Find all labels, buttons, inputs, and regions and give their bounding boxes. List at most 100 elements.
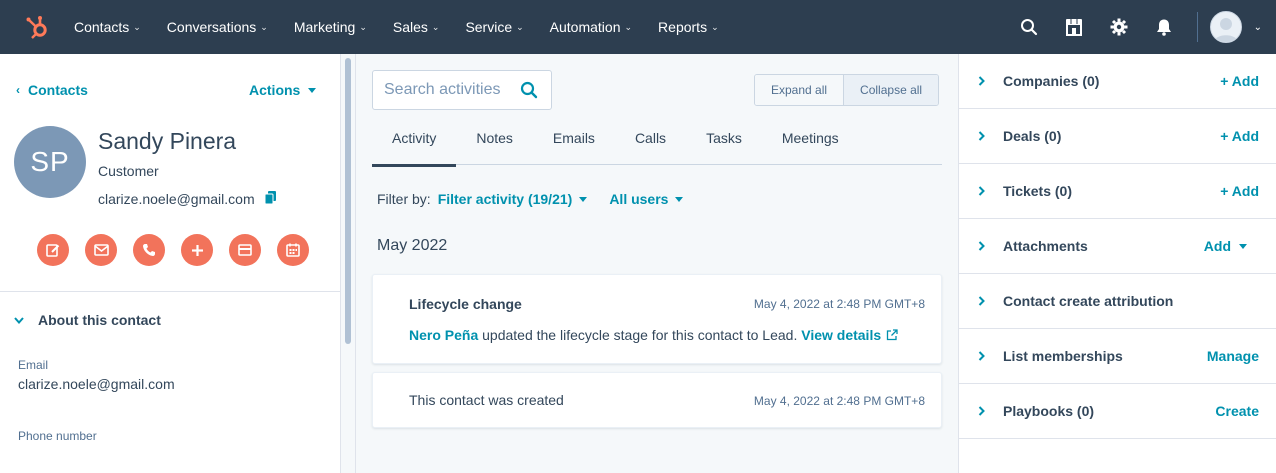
user-avatar[interactable] <box>1209 11 1242 43</box>
nav-sales[interactable]: Sales ⌄ <box>393 19 440 35</box>
section-companies[interactable]: Companies (0) + Add <box>959 54 1276 109</box>
note-button[interactable] <box>37 234 69 266</box>
notifications-bell-icon[interactable] <box>1142 0 1187 54</box>
call-button[interactable] <box>133 234 165 266</box>
scrollbar-thumb[interactable] <box>345 58 351 344</box>
about-this-contact-toggle[interactable]: About this contact <box>14 312 161 328</box>
email-button[interactable] <box>85 234 117 266</box>
tab-notes[interactable]: Notes <box>456 128 533 165</box>
back-link-label: Contacts <box>28 82 88 98</box>
section-title: Playbooks (0) <box>1003 403 1095 419</box>
create-playbook-button[interactable]: Create <box>1215 403 1259 419</box>
chevron-down-icon: ⌄ <box>133 22 141 32</box>
filter-row: Filter by: Filter activity (19/21) All u… <box>377 191 705 207</box>
contact-action-buttons <box>37 234 309 266</box>
search-icon[interactable] <box>520 81 538 99</box>
contact-avatar[interactable]: SP <box>14 126 86 198</box>
external-link-icon[interactable] <box>886 329 898 341</box>
chevron-right-icon <box>959 131 1003 141</box>
section-deals[interactable]: Deals (0) + Add <box>959 109 1276 164</box>
collapse-all-button[interactable]: Collapse all <box>843 75 939 105</box>
card-timestamp: May 4, 2022 at 2:48 PM GMT+8 <box>753 297 925 311</box>
expand-collapse-group: Expand all Collapse all <box>754 74 940 106</box>
section-attachments[interactable]: Attachments Add <box>959 219 1276 274</box>
tab-meetings[interactable]: Meetings <box>762 128 859 165</box>
section-contact-create-attribution[interactable]: Contact create attribution <box>959 274 1276 329</box>
nav-label: Service <box>465 19 513 35</box>
section-list-memberships[interactable]: List memberships Manage <box>959 329 1276 384</box>
nav-label: Sales <box>392 19 428 35</box>
search-activities <box>372 70 552 110</box>
meeting-button[interactable] <box>277 234 309 266</box>
caret-down-icon <box>308 87 317 93</box>
settings-gear-icon[interactable] <box>1097 0 1142 54</box>
about-section-title: About this contact <box>38 312 161 328</box>
contact-name[interactable]: Sandy Pinera <box>98 128 236 155</box>
card-body: Nero Peña updated the lifecycle stage fo… <box>409 327 898 343</box>
card-title: Lifecycle change <box>409 296 522 312</box>
section-title: Tickets (0) <box>1003 183 1072 199</box>
search-activities-input[interactable] <box>384 81 520 99</box>
email-field-value[interactable]: clarize.noele@gmail.com <box>18 376 175 392</box>
add-attachment-dropdown[interactable]: Add <box>1204 238 1247 254</box>
add-ticket-button[interactable]: + Add <box>1220 183 1259 199</box>
tab-calls[interactable]: Calls <box>615 128 686 165</box>
chevron-down-icon[interactable]: ⌄ <box>1254 22 1262 33</box>
nav-label: Conversations <box>166 19 257 35</box>
nav-right-tools: ⌄ <box>1007 0 1276 54</box>
nav-label: Automation <box>549 19 621 35</box>
activity-timeline: Expand all Collapse all Activity Notes E… <box>357 54 958 473</box>
search-icon[interactable] <box>1007 0 1052 54</box>
card-title: This contact was created <box>409 392 564 408</box>
nav-conversations[interactable]: Conversations ⌄ <box>167 19 268 35</box>
section-title: Deals (0) <box>1003 128 1062 144</box>
nav-contacts[interactable]: Contacts ⌄ <box>74 19 141 35</box>
chevron-right-icon <box>959 406 1003 416</box>
timeline-card-lifecycle-change[interactable]: Lifecycle change May 4, 2022 at 2:48 PM … <box>372 274 942 364</box>
section-divider <box>0 291 340 292</box>
card-timestamp: May 4, 2022 at 2:48 PM GMT+8 <box>753 394 925 408</box>
section-tickets[interactable]: Tickets (0) + Add <box>959 164 1276 219</box>
tab-activity[interactable]: Activity <box>372 128 457 167</box>
add-deal-button[interactable]: + Add <box>1220 128 1259 144</box>
nav-automation[interactable]: Automation ⌄ <box>550 19 632 35</box>
chevron-down-icon: ⌄ <box>711 22 719 32</box>
nav-reports[interactable]: Reports ⌄ <box>658 19 719 35</box>
actions-label: Actions <box>249 82 301 98</box>
chevron-down-icon: ⌄ <box>624 22 633 32</box>
nav-divider <box>1196 12 1198 42</box>
tab-emails[interactable]: Emails <box>533 128 615 165</box>
email-icon <box>93 244 109 256</box>
all-users-dropdown[interactable]: All users <box>609 191 684 207</box>
actor-link[interactable]: Nero Peña <box>409 327 478 343</box>
contact-email-text: clarize.noele@gmail.com <box>98 191 255 207</box>
nav-marketing[interactable]: Marketing ⌄ <box>294 19 367 35</box>
view-details-link[interactable]: View details <box>801 327 881 343</box>
chevron-right-icon <box>959 241 1003 251</box>
copy-icon[interactable] <box>264 191 276 207</box>
marketplace-icon[interactable] <box>1052 0 1097 54</box>
meeting-icon <box>286 243 300 257</box>
chevron-right-icon <box>959 296 1003 306</box>
more-button[interactable] <box>181 234 213 266</box>
actions-dropdown[interactable]: Actions <box>249 82 317 98</box>
section-title: List memberships <box>1003 348 1123 364</box>
all-users-label: All users <box>609 191 669 207</box>
section-playbooks[interactable]: Playbooks (0) Create <box>959 384 1276 439</box>
timeline-card-contact-created[interactable]: This contact was created May 4, 2022 at … <box>372 372 942 428</box>
filter-activity-dropdown[interactable]: Filter activity (19/21) <box>438 191 588 207</box>
plus-icon <box>191 244 203 256</box>
log-activity-button[interactable] <box>229 234 261 266</box>
add-company-button[interactable]: + Add <box>1220 73 1259 89</box>
filter-activity-label: Filter activity (19/21) <box>437 191 573 207</box>
chevron-right-icon <box>959 351 1003 361</box>
tab-tasks[interactable]: Tasks <box>686 128 762 165</box>
manage-lists-button[interactable]: Manage <box>1207 348 1259 364</box>
section-title: Attachments <box>1003 238 1088 254</box>
expand-all-button[interactable]: Expand all <box>755 75 844 105</box>
nav-service[interactable]: Service ⌄ <box>465 19 523 35</box>
chevron-down-icon: ⌄ <box>260 22 268 32</box>
sidebar-scrollbar[interactable] <box>341 54 356 473</box>
back-to-contacts-link[interactable]: ‹ Contacts <box>16 82 88 98</box>
hubspot-logo-icon[interactable] <box>0 0 74 54</box>
